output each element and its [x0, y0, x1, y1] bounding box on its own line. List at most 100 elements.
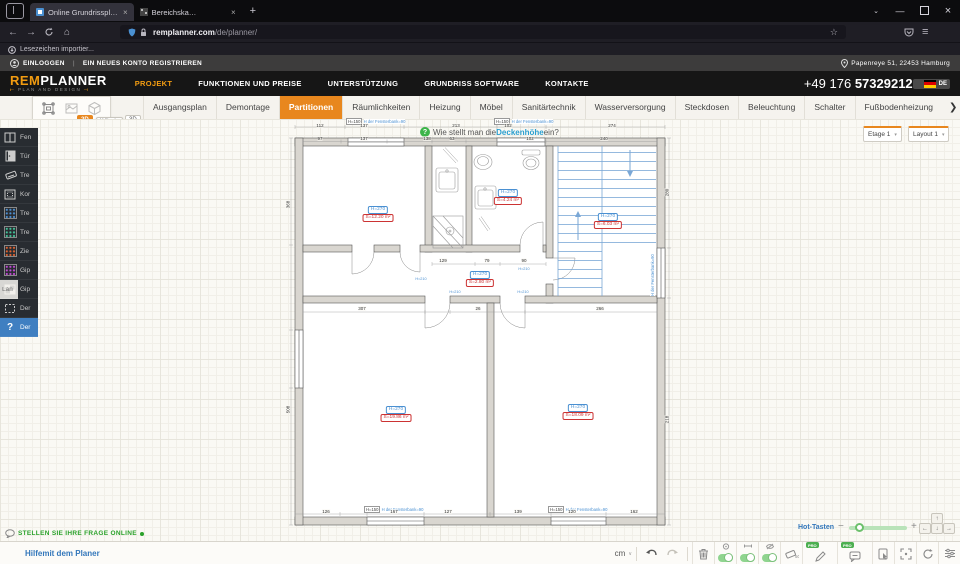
zoom-slider-knob[interactable] [855, 523, 864, 532]
delete-button[interactable] [692, 542, 714, 564]
hotkeys-link[interactable]: Hot-Tasten [798, 524, 834, 531]
palette-item-gips[interactable]: Gip [0, 261, 38, 280]
room-area-label[interactable]: S=6.03 m² [594, 221, 622, 229]
browser-tab-active[interactable]: Online Grundrissplaner und De × [30, 3, 134, 21]
tab-favicon [140, 8, 148, 16]
tab-partitionen[interactable]: Partitionen [279, 96, 342, 119]
fit-view-button[interactable] [894, 542, 916, 564]
room-area-label[interactable]: S=18.09 m² [563, 412, 594, 420]
tab-wasserversorgung[interactable]: Wasserversorgung [585, 96, 675, 119]
view-3d-icon[interactable] [87, 101, 102, 116]
language-selector[interactable]: DE [913, 79, 950, 89]
toggle-snap[interactable] [714, 542, 736, 564]
room-area-label[interactable]: S=4.24 m² [494, 197, 522, 205]
eraser-size-button[interactable]: 50 [780, 542, 802, 564]
room-height-label[interactable]: H=270 [568, 404, 588, 412]
room-height-label[interactable]: H=270 [498, 189, 518, 197]
tab-heizung[interactable]: Heizung [419, 96, 469, 119]
tab-beleuchtung[interactable]: Beleuchtung [738, 96, 804, 119]
room-height-label[interactable]: H=270 [598, 213, 618, 221]
zoom-in-button[interactable]: + [911, 521, 917, 532]
palette-item-fenster[interactable]: Fen [0, 128, 38, 147]
reload-button[interactable] [40, 27, 58, 37]
zoom-out-button[interactable]: − [838, 521, 844, 532]
bookmark-star-icon[interactable]: ☆ [830, 27, 838, 38]
palette-item-auswahl[interactable]: Der [0, 299, 38, 318]
import-bookmarks-label[interactable]: Lesezeichen importier... [20, 46, 94, 53]
firefox-view-icon[interactable] [6, 3, 24, 19]
nav-kontakte[interactable]: KONTAKTE [545, 79, 589, 88]
palette-item-trennwand-gruen[interactable]: Tre [0, 223, 38, 242]
palette-item-korridor[interactable]: Kor [0, 185, 38, 204]
tab-list-chevron-icon[interactable]: ⌄ [864, 7, 888, 15]
annotate-button[interactable]: PRO [802, 542, 837, 564]
room-height-label[interactable]: H=270 [386, 406, 406, 414]
tab-raeumlichkeiten[interactable]: Räumlichkeiten [342, 96, 419, 119]
palette-item-ziegel[interactable]: Zie [0, 242, 38, 261]
comments-button[interactable]: PRO [837, 542, 872, 564]
pocket-save-icon[interactable] [904, 27, 914, 37]
nav-funktionen[interactable]: FUNKTIONEN UND PREISE [198, 79, 301, 88]
menu-hamburger-icon[interactable]: ≡ [922, 26, 928, 38]
walls-view-icon[interactable] [64, 101, 79, 116]
window-minimize-button[interactable]: — [888, 6, 912, 16]
room-height-label[interactable]: H=270 [470, 271, 490, 279]
rotate-button[interactable] [916, 542, 938, 564]
room-area-label[interactable]: S=12.20 m² [363, 214, 394, 222]
tab-fussbodenheizung[interactable]: Fußbodenheizung [855, 96, 943, 119]
help-hint[interactable]: ? Wie stellt man die Deckenhöhe ein? [420, 127, 559, 137]
hint-link[interactable]: Deckenhöhe [496, 128, 544, 137]
pan-down-button[interactable]: ↓ [931, 523, 943, 534]
zoom-slider[interactable] [849, 526, 907, 530]
window-maximize-button[interactable] [912, 6, 936, 17]
plan-2d-icon[interactable] [41, 101, 56, 116]
nav-grundriss-software[interactable]: GRUNDRISS SOFTWARE [424, 79, 519, 88]
tab-close-icon[interactable]: × [123, 8, 128, 17]
palette-item-treppe[interactable]: Tre [0, 166, 38, 185]
palette-item-trennwand-blau[interactable]: Tre [0, 204, 38, 223]
nav-unterstuetzung[interactable]: UNTERSTÜTZUNG [328, 79, 399, 88]
lock-icon[interactable] [140, 28, 147, 37]
forward-button[interactable]: → [22, 27, 40, 38]
site-logo[interactable]: REMPLANNER ⟝ PLAN AND DESIGN ⟞ [10, 74, 107, 93]
home-button[interactable]: ⌂ [58, 27, 76, 38]
etage-selector[interactable]: Etage 1▾ [863, 126, 902, 142]
shield-icon[interactable] [128, 28, 136, 37]
toggle-visibility[interactable] [758, 542, 780, 564]
unit-selector[interactable]: cm∨ [615, 549, 632, 558]
pan-left-button[interactable]: ← [919, 523, 931, 534]
back-button[interactable]: ← [4, 27, 22, 38]
palette-item-hilfe[interactable]: ?Der [0, 318, 38, 337]
floor-plan[interactable] [283, 119, 675, 533]
new-tab-button[interactable]: + [250, 5, 256, 17]
phone-number[interactable]: +49 176 57329212 [804, 76, 913, 91]
pan-right-button[interactable]: → [943, 523, 955, 534]
window-close-button[interactable]: × [936, 5, 960, 17]
redo-button[interactable] [662, 542, 683, 564]
tab-moebel[interactable]: Möbel [470, 96, 512, 119]
tab-sanitaertechnik[interactable]: Sanitärtechnik [512, 96, 585, 119]
layout-selector[interactable]: Layout 1▾ [908, 126, 949, 142]
nav-projekt[interactable]: PROJEKT [135, 79, 173, 88]
tab-schalter[interactable]: Schalter [804, 96, 854, 119]
tab-demontage[interactable]: Demontage [216, 96, 279, 119]
address-field[interactable]: remplanner.com/de/planner/ ☆ [120, 25, 846, 39]
login-link[interactable]: EINLOGGEN [23, 60, 65, 67]
tabs-scroll-right-button[interactable]: ❯ [942, 96, 960, 119]
browser-tab-2[interactable]: Bereichskalender × [134, 3, 242, 21]
toggle-dimensions[interactable] [736, 542, 758, 564]
select-page-button[interactable] [872, 542, 894, 564]
undo-button[interactable] [641, 542, 662, 564]
settings-sliders-button[interactable] [938, 542, 960, 564]
register-link[interactable]: EIN NEUES KONTO REGISTRIEREN [83, 60, 202, 67]
tab-steckdosen[interactable]: Steckdosen [675, 96, 738, 119]
palette-item-tuer[interactable]: Tür [0, 147, 38, 166]
room-height-label[interactable]: H=270 [368, 206, 388, 214]
room-area-label[interactable]: S=19.86 m² [381, 414, 412, 422]
tab-ausgangsplan[interactable]: Ausgangsplan [143, 96, 216, 119]
tab-close-icon[interactable]: × [231, 8, 236, 17]
palette-item-lamellen[interactable]: Lan [0, 280, 18, 299]
chat-question-link[interactable]: STELLEN SIE IHRE FRAGE ONLINE [5, 529, 144, 538]
room-area-label[interactable]: S=2.80 m² [466, 279, 494, 287]
planner-help-link[interactable]: Hilfemit dem Planer [25, 549, 100, 558]
